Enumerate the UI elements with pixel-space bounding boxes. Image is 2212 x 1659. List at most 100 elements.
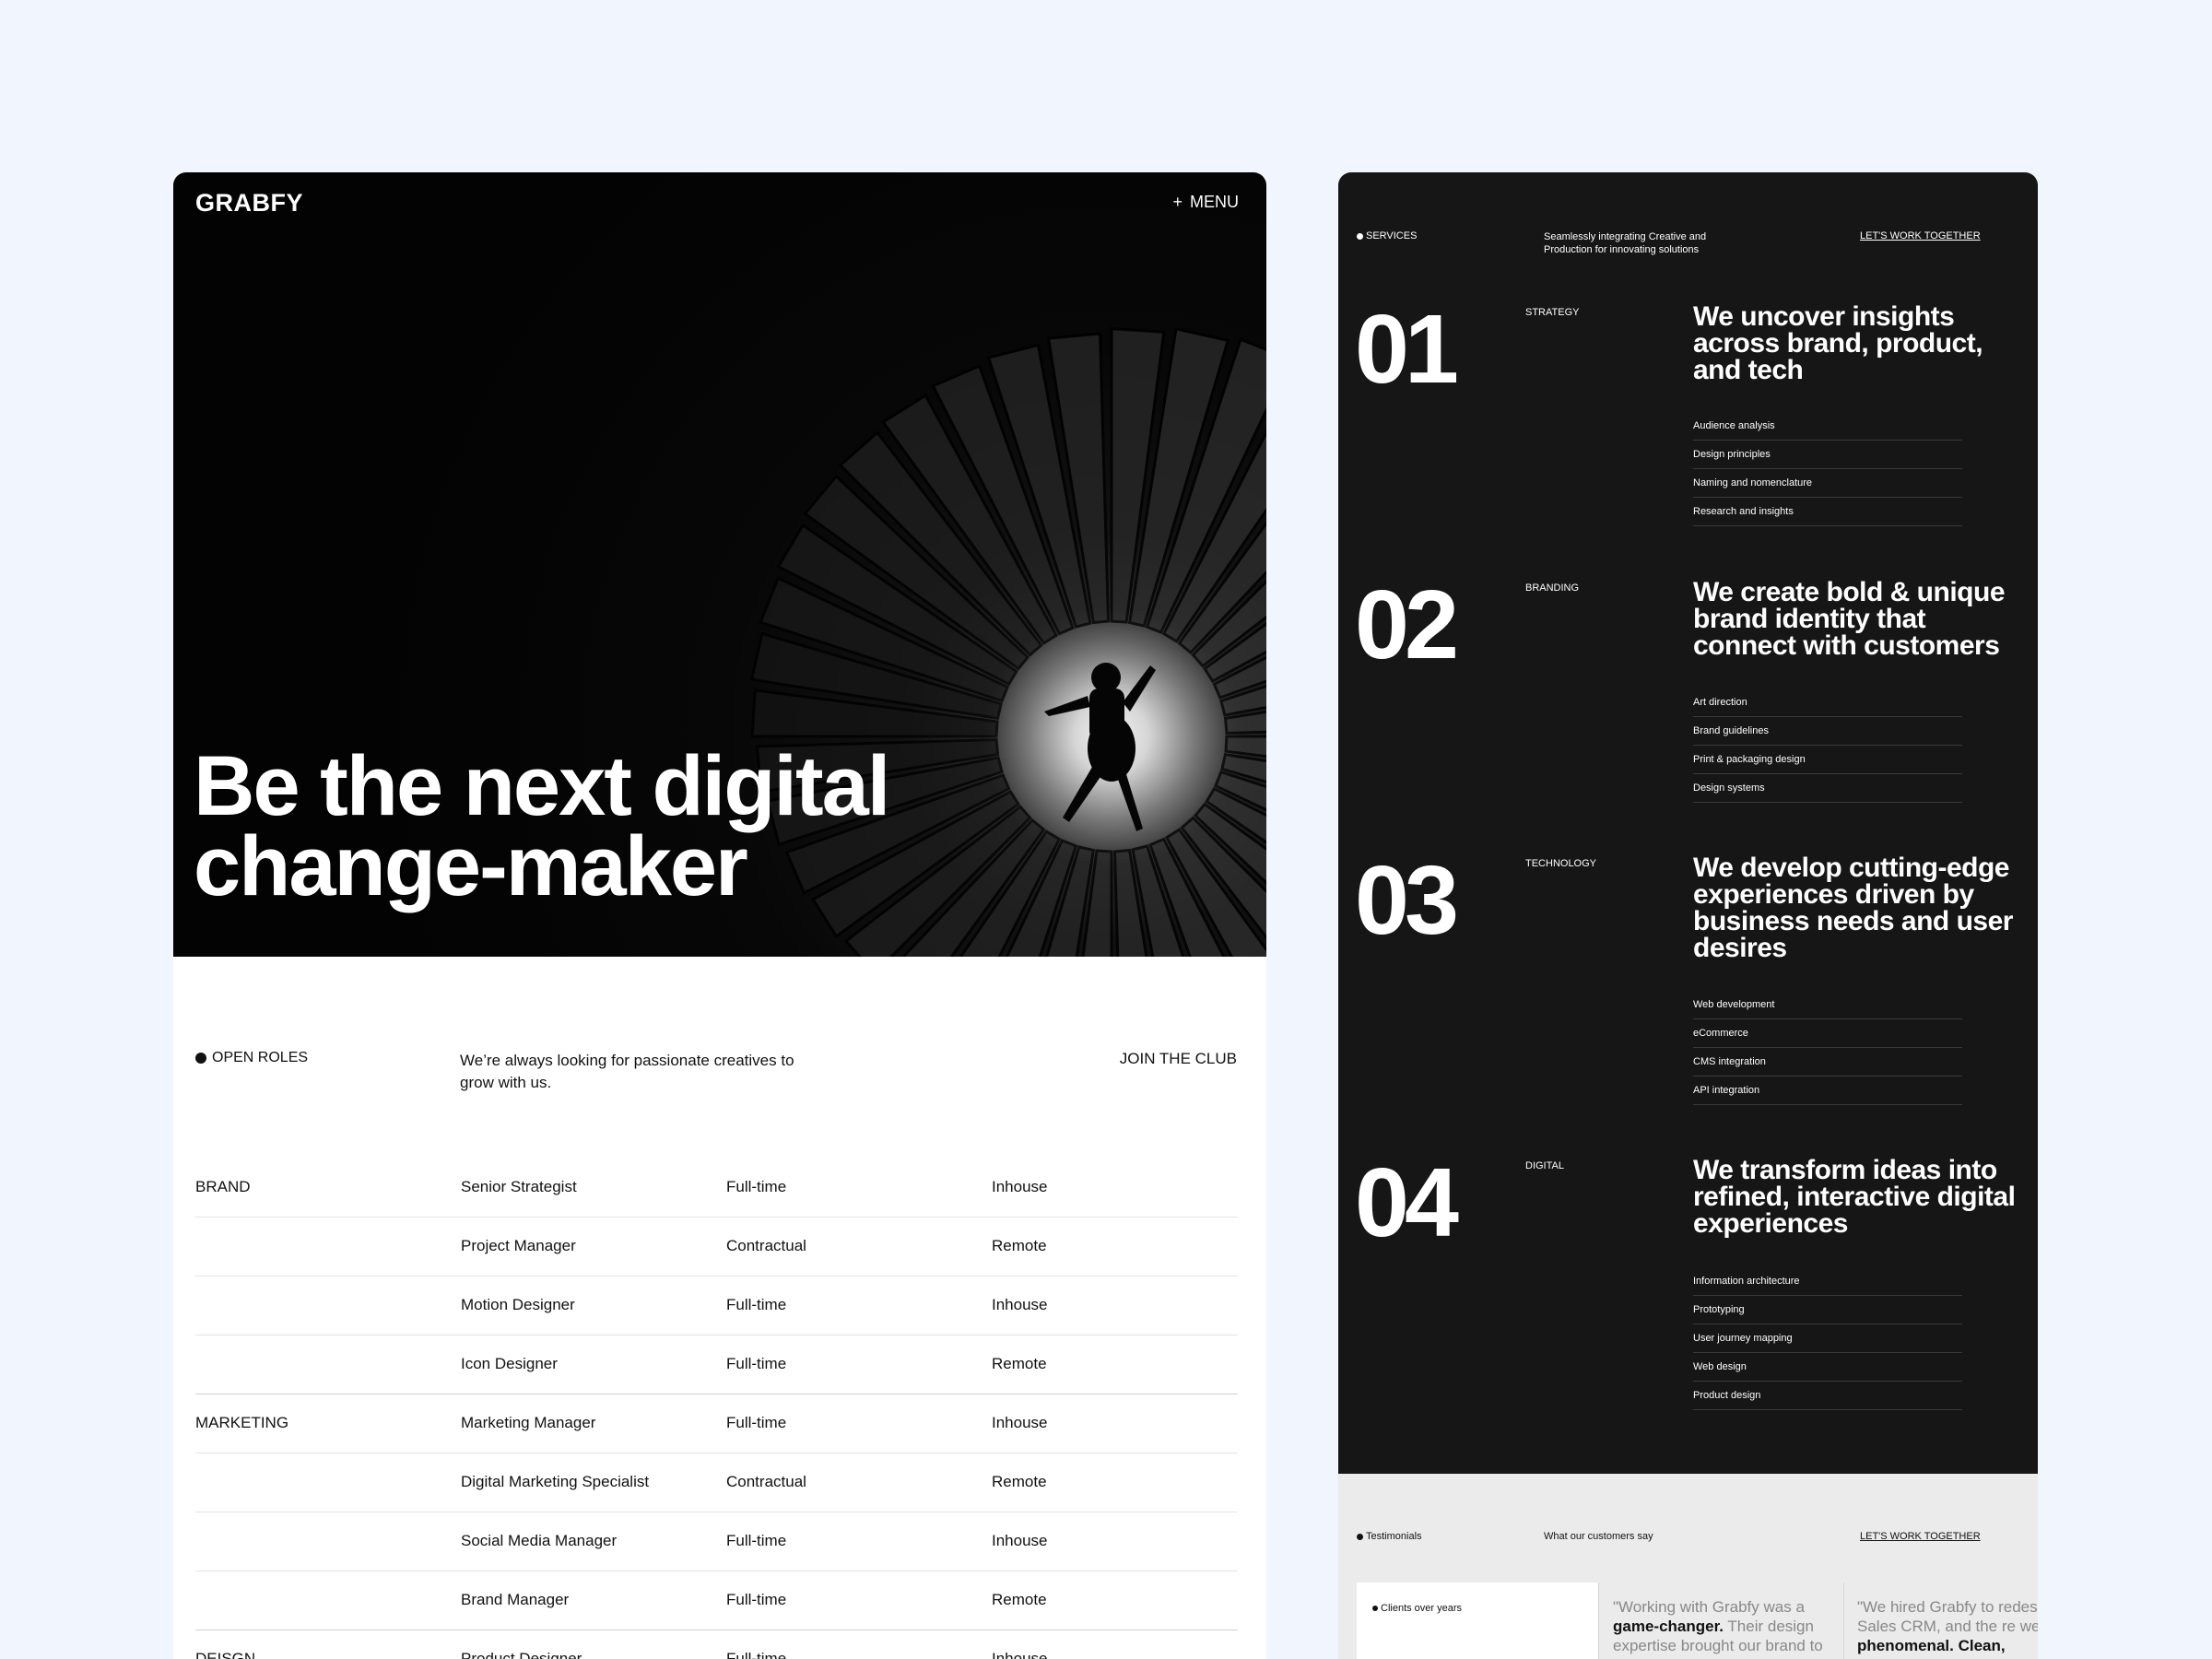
divider — [1598, 1583, 1599, 1659]
role-title-cell: Social Media Manager — [461, 1532, 618, 1549]
list-item: Audience analysis — [1693, 412, 1962, 441]
testimonials-section: Testimonials What our customers say LET'… — [1338, 1474, 2038, 1659]
work-together-link[interactable]: LET'S WORK TOGETHER — [1860, 1531, 1981, 1542]
role-type-cell: Contractual — [726, 1237, 806, 1254]
bullet-icon — [1372, 1606, 1378, 1611]
divider — [1843, 1583, 1844, 1659]
role-type-cell: Contractual — [726, 1473, 806, 1490]
services-page: SERVICES Seamlessly integrating Creative… — [1338, 172, 2038, 1659]
bullet-icon — [195, 1053, 206, 1064]
service-title: We create bold & unique brand identity t… — [1693, 577, 2006, 661]
service-number: 03 — [1355, 846, 1459, 955]
list-item: Art direction — [1693, 688, 1962, 717]
list-item: Print & packaging design — [1693, 746, 1962, 774]
clients-card: Clients over years — [1357, 1583, 1598, 1659]
service-title: We transform ideas into refined, interac… — [1693, 1155, 2016, 1239]
climbing-figure — [1044, 663, 1156, 831]
dept-cell: DEISGN — [195, 1650, 256, 1659]
dept-cell: MARKETING — [195, 1414, 289, 1431]
list-item: Design principles — [1693, 441, 1962, 469]
table-row[interactable]: Social Media Manager Full-time Inhouse — [195, 1512, 1238, 1571]
role-type-cell: Full-time — [726, 1650, 787, 1659]
list-item: Prototyping — [1693, 1296, 1962, 1324]
services-description: Seamlessly integrating Creative and Prod… — [1544, 231, 1707, 255]
service-list: Art direction Brand guidelines Print & p… — [1693, 688, 1962, 803]
services-label: SERVICES — [1357, 230, 1417, 241]
role-location-cell: Inhouse — [992, 1178, 1048, 1195]
service-category: BRANDING — [1525, 582, 1580, 594]
list-item: User journey mapping — [1693, 1324, 1962, 1353]
testimonial-quote: "Working with Grabfy was a game-changer.… — [1613, 1598, 1823, 1654]
table-row[interactable]: Icon Designer Full-time Remote — [195, 1335, 1238, 1394]
role-location-cell: Inhouse — [992, 1650, 1048, 1659]
service-list: Information architecture Prototyping Use… — [1693, 1267, 1962, 1410]
service-category: STRATEGY — [1525, 307, 1580, 318]
role-location-cell: Remote — [992, 1355, 1047, 1372]
table-row[interactable]: DEISGN Product Designer Full-time Inhous… — [195, 1630, 1238, 1659]
menu-button[interactable]: + MENU — [1172, 193, 1239, 212]
role-type-cell: Full-time — [726, 1591, 787, 1608]
open-roles-description: We’re always looking for passionate crea… — [460, 1052, 794, 1091]
list-item: Product design — [1693, 1382, 1962, 1410]
table-row[interactable]: Brand Manager Full-time Remote — [195, 1571, 1238, 1630]
menu-label: MENU — [1190, 193, 1239, 211]
clients-caption: Clients over years — [1372, 1603, 1462, 1614]
list-item: API integration — [1693, 1077, 1962, 1105]
list-item: Research and insights — [1693, 498, 1962, 526]
join-the-club-link[interactable]: JOIN THE CLUB — [1120, 1050, 1237, 1068]
role-title-cell: Project Manager — [461, 1237, 576, 1254]
testimonial-quote: "We hired Grabfy to redesour Sales CRM, … — [1857, 1598, 2038, 1654]
dept-cell: BRAND — [195, 1178, 251, 1195]
hero-section: GRABFY + MENU Be the next digital change… — [173, 172, 1266, 957]
table-row[interactable]: Project Manager Contractual Remote — [195, 1217, 1238, 1276]
testimonials-subtitle: What our customers say — [1544, 1531, 1653, 1542]
list-item: Web development — [1693, 991, 1962, 1019]
role-type-cell: Full-time — [726, 1532, 787, 1549]
role-location-cell: Remote — [992, 1237, 1047, 1254]
role-location-cell: Inhouse — [992, 1296, 1048, 1313]
table-row[interactable]: Motion Designer Full-time Inhouse — [195, 1276, 1238, 1335]
role-title-cell: Icon Designer — [461, 1355, 558, 1372]
role-type-cell: Full-time — [726, 1414, 787, 1431]
work-together-link[interactable]: LET'S WORK TOGETHER — [1860, 230, 1981, 241]
service-category: TECHNOLOGY — [1525, 858, 1597, 869]
table-row[interactable]: BRAND Senior Strategist Full-time Inhous… — [195, 1159, 1238, 1217]
open-roles-label: OPEN ROLES — [195, 1050, 308, 1066]
role-title-cell: Senior Strategist — [461, 1178, 577, 1195]
role-type-cell: Full-time — [726, 1296, 787, 1313]
list-item: eCommerce — [1693, 1019, 1962, 1048]
role-location-cell: Inhouse — [992, 1414, 1048, 1431]
role-title-cell: Marketing Manager — [461, 1414, 596, 1431]
role-title-cell: Brand Manager — [461, 1591, 570, 1608]
roles-table: BRAND Senior Strategist Full-time Inhous… — [195, 1159, 1238, 1659]
service-number: 02 — [1355, 571, 1459, 679]
hero-title: Be the next digital change-maker — [194, 739, 931, 909]
table-row[interactable]: MARKETING Marketing Manager Full-time In… — [195, 1394, 1238, 1453]
role-type-cell: Full-time — [726, 1178, 787, 1195]
plus-icon: + — [1172, 193, 1182, 211]
list-item: Information architecture — [1693, 1267, 1962, 1296]
role-title-cell: Product Designer — [461, 1650, 582, 1659]
list-item: CMS integration — [1693, 1048, 1962, 1077]
service-list: Audience analysis Design principles Nami… — [1693, 412, 1962, 526]
service-category: DIGITAL — [1525, 1160, 1564, 1171]
hero-title-line-1: Be the next digital — [194, 739, 890, 833]
service-list: Web development eCommerce CMS integratio… — [1693, 991, 1962, 1105]
role-title-cell: Digital Marketing Specialist — [461, 1473, 650, 1490]
service-title: We develop cutting-edge experiences driv… — [1693, 853, 2013, 963]
testimonials-label: Testimonials — [1357, 1531, 1422, 1542]
role-type-cell: Full-time — [726, 1355, 787, 1372]
service-title: We uncover insights across brand, produc… — [1693, 301, 1983, 385]
service-number: 01 — [1355, 295, 1459, 404]
table-row[interactable]: Digital Marketing Specialist Contractual… — [195, 1453, 1238, 1512]
list-item: Brand guidelines — [1693, 717, 1962, 746]
careers-page: GRABFY + MENU Be the next digital change… — [173, 172, 1266, 1659]
services-header: SERVICES Seamlessly integrating Creative… — [1357, 230, 2020, 267]
logo[interactable]: GRABFY — [195, 189, 303, 218]
list-item: Naming and nomenclature — [1693, 469, 1962, 498]
list-item: Web design — [1693, 1353, 1962, 1382]
list-item: Design systems — [1693, 774, 1962, 803]
role-location-cell: Remote — [992, 1591, 1047, 1608]
role-location-cell: Remote — [992, 1473, 1047, 1490]
role-location-cell: Inhouse — [992, 1532, 1048, 1549]
